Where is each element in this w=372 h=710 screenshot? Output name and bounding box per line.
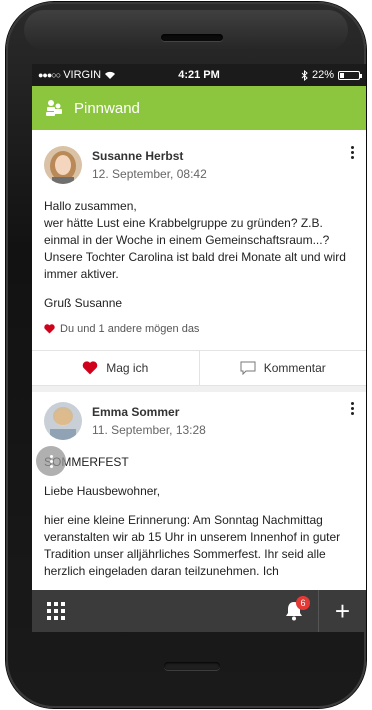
- page-title: Pinnwand: [74, 99, 140, 117]
- post-author[interactable]: Susanne Herbst: [92, 149, 207, 163]
- wifi-icon: [105, 71, 116, 79]
- heart-icon: [44, 324, 55, 334]
- post-paragraph: Liebe Hausbewohner,: [44, 484, 161, 498]
- community-icon: [46, 100, 62, 116]
- heart-icon: [82, 361, 98, 375]
- post-paragraph: SOMMERFEST: [44, 455, 129, 469]
- more-options-icon[interactable]: [351, 146, 354, 159]
- likes-text: Du und 1 andere mögen das: [60, 323, 200, 335]
- battery-percent: 22%: [311, 69, 334, 81]
- post-paragraph: Hallo zusammen, wer hätte Lust eine Krab…: [44, 199, 346, 281]
- comment-label: Kommentar: [263, 361, 326, 375]
- like-button[interactable]: Mag ich: [32, 351, 199, 385]
- more-options-icon[interactable]: [351, 402, 354, 415]
- post-body: Hallo zusammen, wer hätte Lust eine Krab…: [44, 198, 354, 312]
- bottom-bar: 6 +: [32, 590, 366, 632]
- carrier-label: VIRGIN: [63, 69, 102, 81]
- battery-icon: [338, 70, 362, 80]
- post-body: SOMMERFEST Liebe Hausbewohner, hier eine…: [44, 454, 354, 580]
- post-date: 12. September, 08:42: [92, 167, 207, 181]
- notification-badge: 6: [296, 596, 310, 610]
- post-actions: Mag ich Kommentar: [32, 350, 366, 386]
- clock: 4:21 PM: [178, 69, 220, 81]
- avatar[interactable]: [44, 402, 82, 440]
- feed[interactable]: Susanne Herbst 12. September, 08:42 Hall…: [32, 130, 366, 590]
- notifications-button[interactable]: 6: [270, 590, 318, 632]
- phone-frame: ●●●○○ VIRGIN 4:21 PM 22% Pinnwand Susann…: [6, 2, 366, 708]
- apps-grid-button[interactable]: [32, 590, 80, 632]
- phone-speaker: [161, 34, 223, 41]
- home-button[interactable]: [164, 662, 220, 670]
- battery-level: [340, 72, 344, 78]
- post-paragraph: hier eine kleine Erinnerung: Am Sonntag …: [44, 513, 341, 578]
- phone-sheen: [24, 10, 348, 50]
- avatar[interactable]: [44, 146, 82, 184]
- likes-summary[interactable]: Du und 1 andere mögen das: [44, 318, 354, 340]
- add-button[interactable]: +: [318, 590, 366, 632]
- bluetooth-icon: [301, 69, 308, 81]
- app-bar: Pinnwand: [32, 86, 366, 130]
- like-label: Mag ich: [106, 361, 149, 375]
- post-author[interactable]: Emma Sommer: [92, 405, 206, 419]
- post-paragraph: Gruß Susanne: [44, 296, 123, 310]
- floating-menu-button[interactable]: [36, 446, 66, 476]
- post: Emma Sommer 11. September, 13:28 SOMMERF…: [32, 392, 366, 580]
- signal-icon: ●●●○○: [38, 70, 61, 80]
- post: Susanne Herbst 12. September, 08:42 Hall…: [32, 130, 366, 386]
- grid-icon: [47, 602, 65, 620]
- status-bar: ●●●○○ VIRGIN 4:21 PM 22%: [32, 64, 366, 86]
- screen: ●●●○○ VIRGIN 4:21 PM 22% Pinnwand Susann…: [32, 64, 366, 632]
- post-date: 11. September, 13:28: [92, 423, 206, 437]
- comment-icon: [240, 361, 256, 375]
- comment-button[interactable]: Kommentar: [198, 351, 367, 385]
